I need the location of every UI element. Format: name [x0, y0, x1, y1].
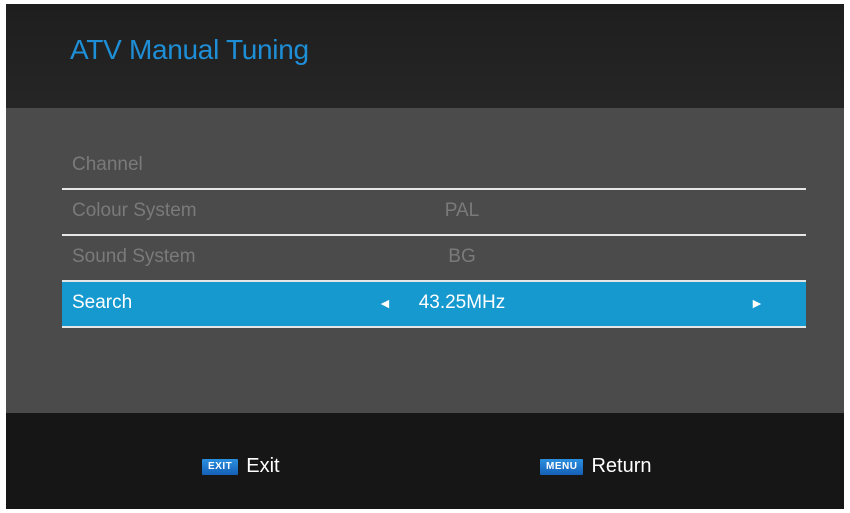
tuning-menu: Channel Colour System PAL Sound System B…: [6, 108, 844, 413]
menu-row-search[interactable]: Search ◄ 43.25MHz ►: [62, 282, 806, 328]
arrow-right-icon[interactable]: ►: [750, 295, 764, 311]
channel-label: Channel: [72, 154, 143, 175]
return-label: Return: [591, 455, 652, 477]
colour-system-value: PAL: [444, 200, 480, 221]
search-frequency-value: 43.25MHz: [418, 292, 506, 313]
exit-key-icon: EXIT: [202, 458, 239, 475]
sound-system-value: BG: [448, 246, 476, 267]
menu-key-icon: MENU: [540, 458, 584, 475]
header-bar: ATV Manual Tuning: [6, 4, 844, 108]
tv-screen: ATV Manual Tuning Channel Colour System …: [6, 4, 844, 509]
sound-system-label: Sound System: [72, 246, 196, 267]
search-label: Search: [72, 292, 133, 313]
colour-system-label: Colour System: [72, 200, 197, 221]
footer-bar: EXIT Exit MENU Return: [6, 413, 844, 509]
return-key-hint[interactable]: MENU Return: [540, 455, 651, 478]
menu-row-colour-system[interactable]: Colour System PAL: [62, 190, 806, 236]
menu-row-sound-system[interactable]: Sound System BG: [62, 236, 806, 282]
exit-label: Exit: [246, 455, 280, 477]
page-title: ATV Manual Tuning: [70, 34, 309, 65]
exit-key-hint[interactable]: EXIT Exit: [202, 455, 280, 478]
menu-row-channel[interactable]: Channel: [62, 144, 806, 190]
